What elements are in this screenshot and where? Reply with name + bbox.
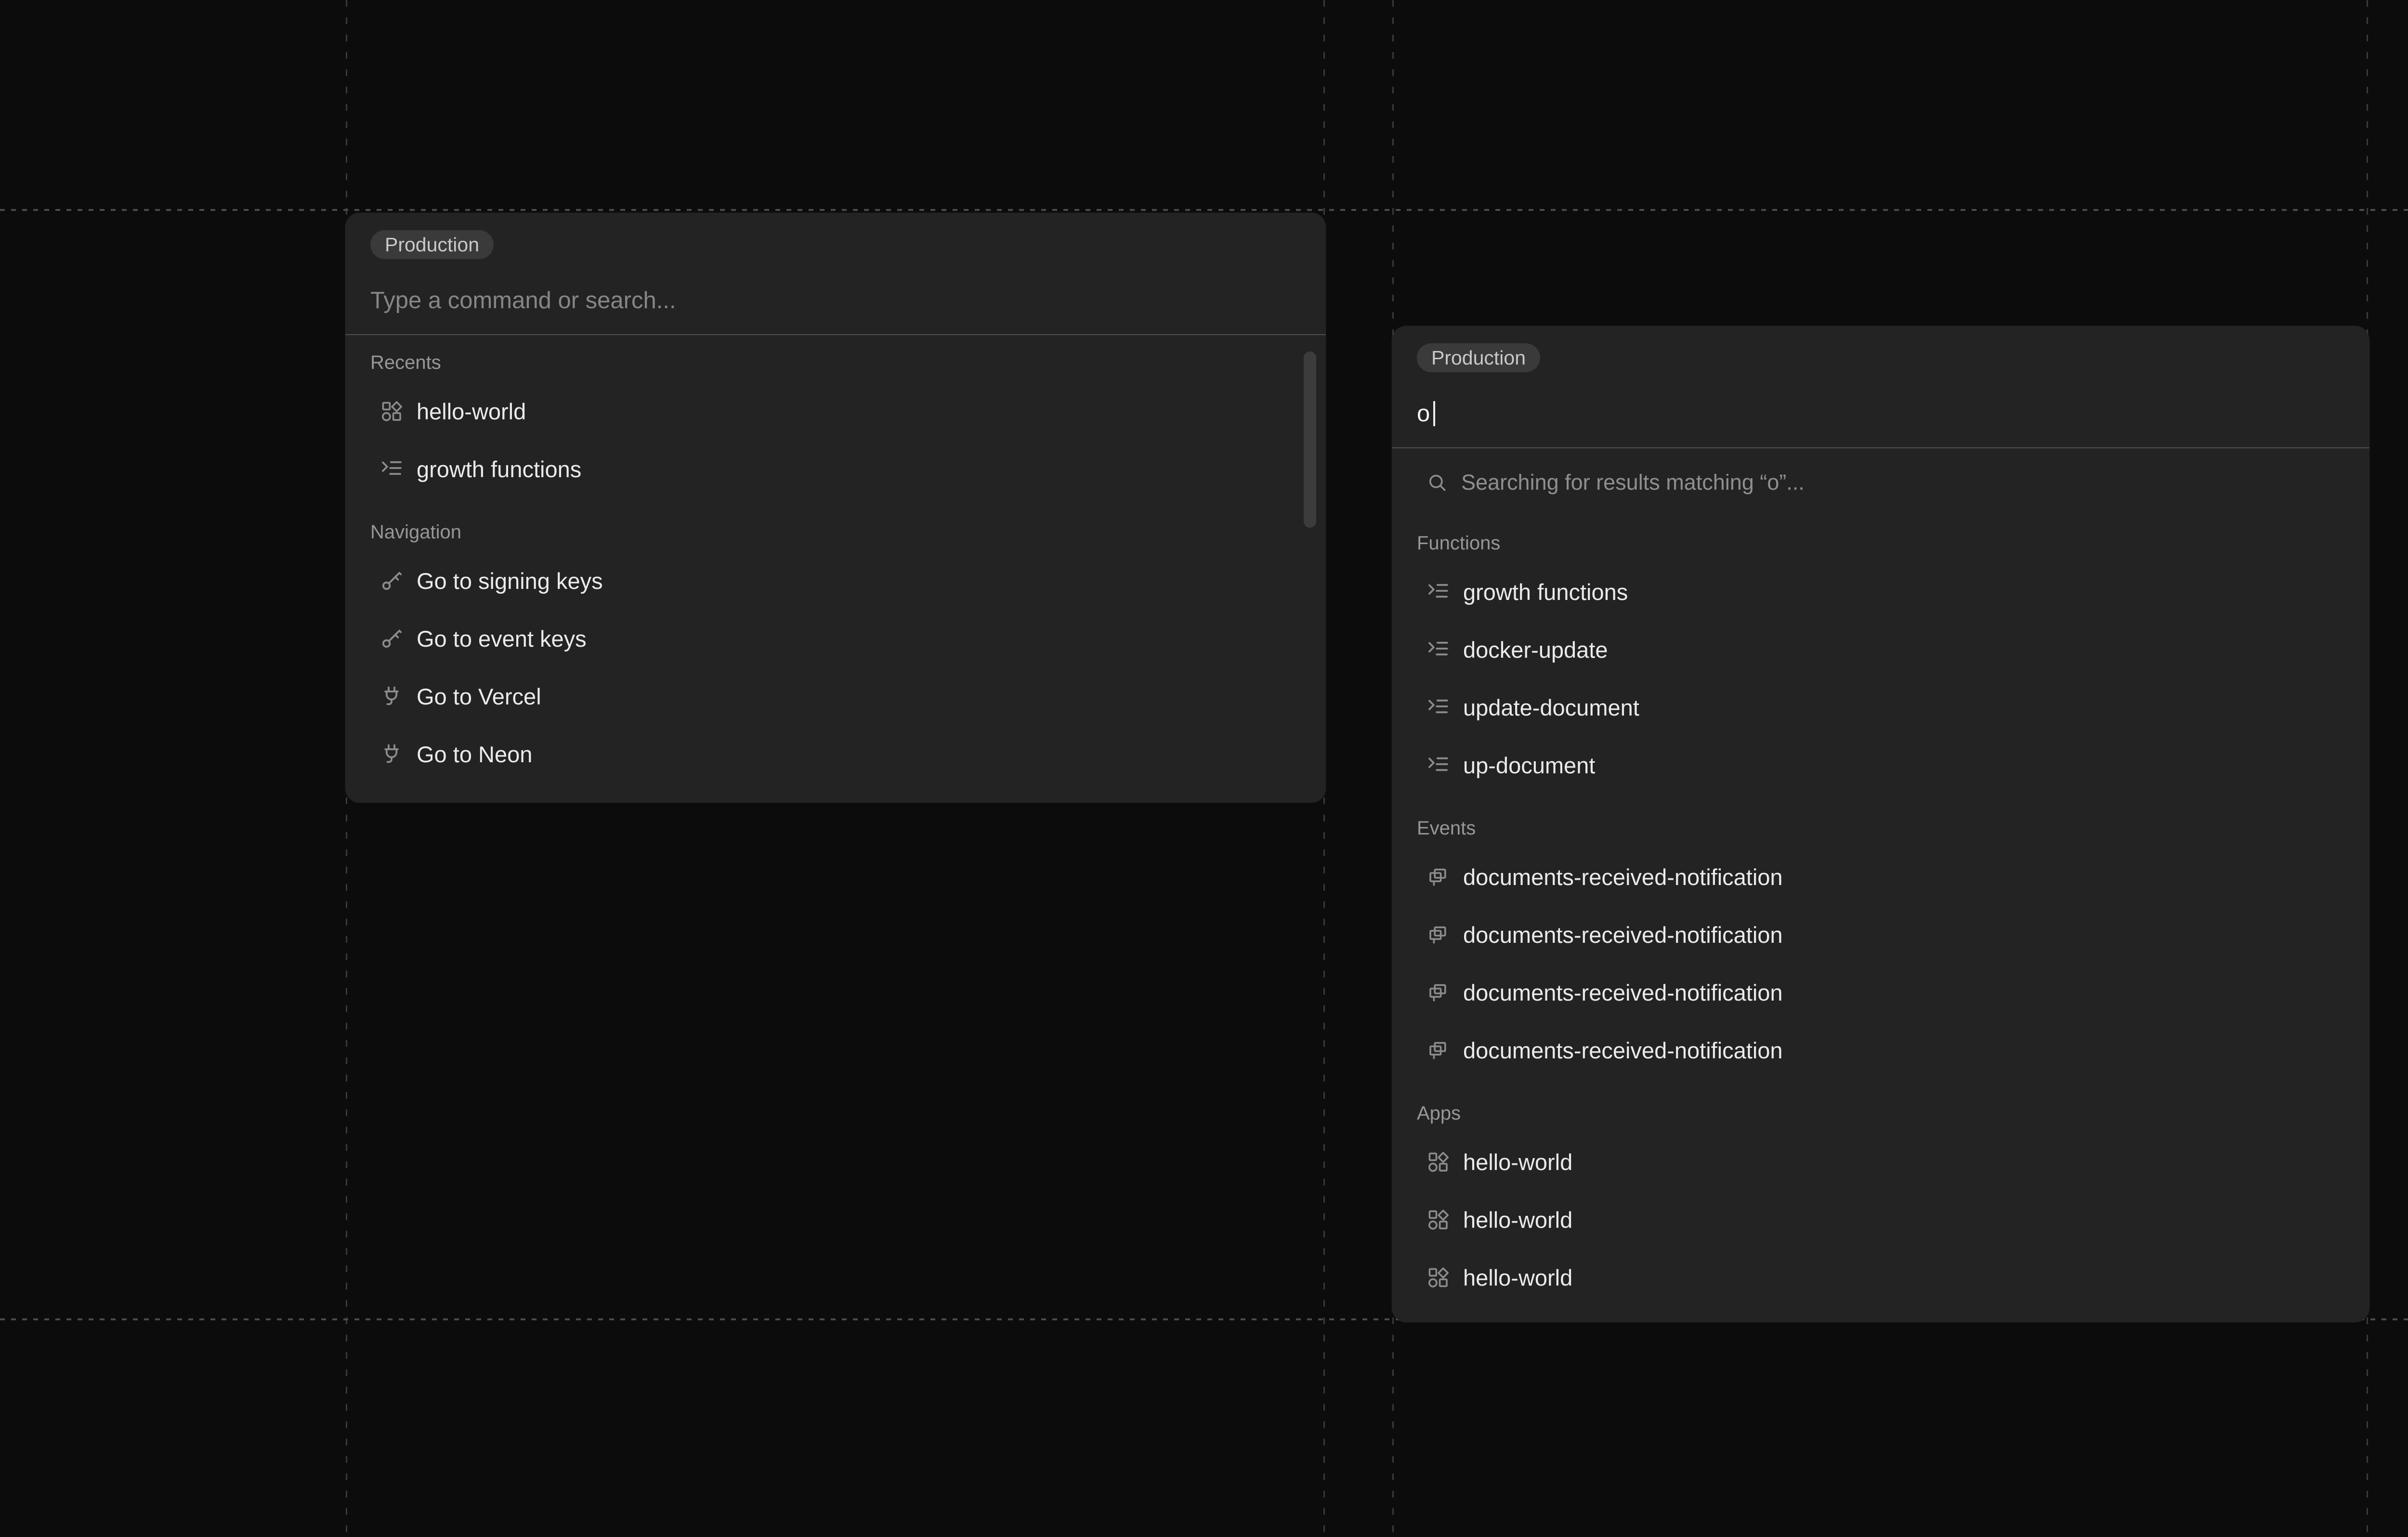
list-item-label: documents-received-notification xyxy=(1463,922,1783,948)
section-label-recents: Recents xyxy=(370,343,1301,382)
list-item[interactable]: documents-received-notification xyxy=(1417,1021,2344,1079)
list-item[interactable]: hello-world xyxy=(1417,1249,2344,1306)
apps-icon xyxy=(1426,1150,1450,1173)
palette-header: Production Type a command or search... xyxy=(345,213,1326,318)
list-item-label: Go to event keys xyxy=(417,625,587,652)
list-item[interactable]: update-document xyxy=(1417,678,2344,736)
list-item-label: up-document xyxy=(1463,752,1595,779)
list-item-label: Go to Neon xyxy=(417,741,532,768)
event-icon xyxy=(1426,865,1450,888)
section-label-navigation: Navigation xyxy=(370,512,1301,552)
key-icon xyxy=(380,569,403,592)
search-status-text: Searching for results matching “o”... xyxy=(1461,470,1805,495)
search-icon xyxy=(1426,472,1448,493)
results-list: Searching for results matching “o”... Fu… xyxy=(1392,448,2369,1324)
environment-badge[interactable]: Production xyxy=(1417,343,1540,372)
text-cursor xyxy=(1433,401,1435,426)
palette-header: Production o xyxy=(1392,326,2369,431)
guide-line-horizontal-top xyxy=(0,209,2408,211)
apps-icon xyxy=(1426,1266,1450,1289)
list-item[interactable]: Go to event keys xyxy=(370,610,1301,667)
list-item-label: documents-received-notification xyxy=(1463,979,1783,1006)
list-item-label: growth functions xyxy=(1463,579,1628,605)
command-search-input[interactable]: Type a command or search... xyxy=(370,283,1301,318)
function-icon xyxy=(1426,638,1450,661)
search-query-text: o xyxy=(1417,400,1430,427)
list-item-label: documents-received-notification xyxy=(1463,864,1783,890)
function-icon xyxy=(1426,580,1450,603)
list-item-label: hello-world xyxy=(1463,1207,1572,1233)
key-icon xyxy=(380,627,403,650)
list-item-label: update-document xyxy=(1463,694,1639,721)
list-item[interactable]: up-document xyxy=(1417,736,2344,794)
list-item-label: documents-received-notification xyxy=(1463,1037,1783,1064)
function-icon xyxy=(1426,696,1450,719)
apps-icon xyxy=(380,400,403,423)
list-item-label: docker-update xyxy=(1463,637,1608,663)
section-label-functions: Functions xyxy=(1417,523,2344,563)
search-placeholder-text: Type a command or search... xyxy=(370,287,676,314)
list-item[interactable]: documents-received-notification xyxy=(1417,906,2344,964)
list-item-label: hello-world xyxy=(1463,1149,1572,1175)
section-label-apps: Apps xyxy=(1417,1094,2344,1133)
list-item-label: hello-world xyxy=(1463,1264,1572,1291)
list-item[interactable]: hello-world xyxy=(1417,1133,2344,1191)
command-palette-right: Production o Searching for results match… xyxy=(1392,326,2369,1322)
list-item[interactable]: Go to Vercel xyxy=(370,667,1301,725)
list-item[interactable]: Go to signing keys xyxy=(370,552,1301,610)
list-item[interactable]: documents-received-notification xyxy=(1417,964,2344,1021)
scrollbar-thumb[interactable] xyxy=(1304,352,1316,528)
list-item[interactable]: docker-update xyxy=(1417,621,2344,678)
event-icon xyxy=(1426,981,1450,1004)
list-item[interactable]: growth functions xyxy=(370,440,1301,498)
command-search-input[interactable]: o xyxy=(1417,396,2344,431)
event-icon xyxy=(1426,1039,1450,1062)
list-item-label: growth functions xyxy=(417,456,581,482)
list-item[interactable]: growth functions xyxy=(1417,563,2344,621)
search-status-row: Searching for results matching “o”... xyxy=(1417,456,2344,509)
list-item[interactable]: hello-world xyxy=(1417,1191,2344,1249)
list-item-label: hello-world xyxy=(417,398,526,425)
list-item[interactable]: Go to Neon xyxy=(370,725,1301,783)
list-item-label: Go to signing keys xyxy=(417,568,603,594)
plug-icon xyxy=(380,685,403,708)
plug-icon xyxy=(380,742,403,766)
function-icon xyxy=(1426,754,1450,777)
environment-badge[interactable]: Production xyxy=(370,230,494,259)
event-icon xyxy=(1426,923,1450,946)
command-palette-left: Production Type a command or search... R… xyxy=(345,213,1326,803)
list-item[interactable]: hello-world xyxy=(370,382,1301,440)
apps-icon xyxy=(1426,1208,1450,1231)
results-list: Recents hello-world growth functions Nav… xyxy=(345,335,1326,800)
list-item-label: Go to Vercel xyxy=(417,683,541,710)
page-canvas: Production Type a command or search... R… xyxy=(0,0,2408,1537)
list-item[interactable]: documents-received-notification xyxy=(1417,848,2344,906)
function-icon xyxy=(380,457,403,481)
section-label-events: Events xyxy=(1417,808,2344,848)
